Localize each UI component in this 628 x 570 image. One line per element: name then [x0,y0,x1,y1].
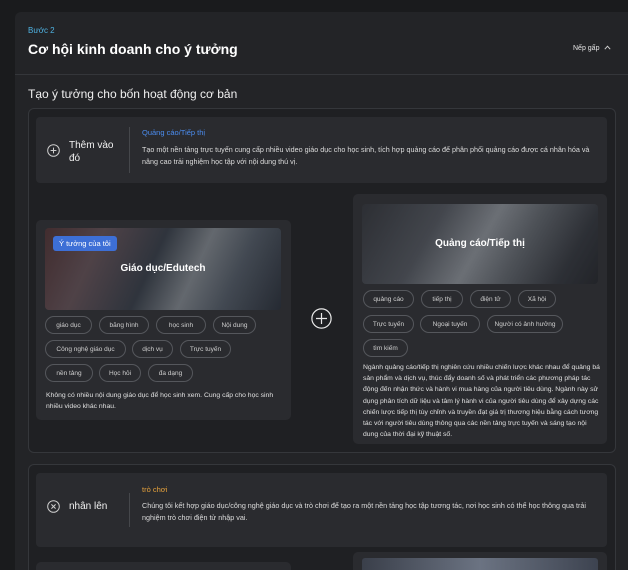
my-idea-title: Giáo dục/Edutech [120,263,206,275]
keyword-chip[interactable]: Trực tuyến [180,340,231,358]
partner-idea-card[interactable]: Quảng cáo/Tiếp thị quảng cáo tiếp thị đi… [353,194,607,444]
my-idea-card[interactable]: Giáo dục/Edutech Ý tưởng của tôi giáo dụ… [36,220,291,420]
top-strip [0,0,628,12]
step-label: Bước 2 [28,26,55,35]
keyword-chip[interactable]: nền tảng [45,364,93,382]
my-idea-badge: Ý tưởng của tôi [53,236,117,251]
my-idea-description: Không có nhiều nội dung giáo dục để học … [46,392,274,410]
keyword-chip[interactable]: giáo dục [45,316,92,334]
keyword-chip[interactable]: băng hình [99,316,149,334]
add-idea-bar[interactable]: Thêm vào đó Quảng cáo/Tiếp thị Tạo một n… [36,117,607,183]
page-title: Cơ hội kinh doanh cho ý tưởng [28,41,238,57]
multiply-description: Chúng tôi kết hợp giáo dục/công nghệ giá… [142,501,587,522]
keyword-chip[interactable]: tìm kiếm [363,339,408,357]
multiply-idea-bar[interactable]: nhân lên trò chơi Chúng tôi kết hợp giáo… [36,473,607,547]
partner-idea-title: Quảng cáo/Tiếp thị [435,237,525,249]
collapse-button[interactable]: Nếp gấp [573,45,612,52]
keyword-chip[interactable]: quảng cáo [363,290,414,308]
plus-circle-icon [311,308,332,329]
add-description: Tạo một nền tảng trực tuyến cung cấp nhi… [142,145,590,166]
multiply-circle-icon[interactable] [47,500,60,513]
keyword-chip[interactable]: Xã hội [518,290,556,308]
keyword-chip[interactable]: học sinh [156,316,206,334]
partner-idea-description: Ngành quảng cáo/tiếp thị nghiên cứu nhiề… [363,364,600,439]
partner-idea-image: Quảng cáo/Tiếp thị [362,204,598,284]
keyword-chip[interactable]: Trực tuyến [363,315,414,333]
keyword-chip[interactable]: Ngoại tuyến [420,315,480,333]
keyword-chip[interactable]: Học hỏi [99,364,141,382]
header-divider [15,74,628,75]
keyword-chip[interactable]: tiếp thị [421,290,463,308]
next-idea-image [362,558,598,570]
bar-divider [129,493,130,527]
keyword-chip[interactable]: điện tử [470,290,511,308]
multiply-label: nhân lên [69,501,108,512]
bar-divider [129,127,130,173]
keyword-chip[interactable]: Người có ảnh hưởng [487,315,563,333]
keyword-chip[interactable]: dịch vụ [132,340,173,358]
keyword-chip[interactable]: đa dạng [148,364,193,382]
section-subtitle: Tạo ý tưởng cho bốn hoạt động cơ bản [28,87,238,101]
chevron-up-icon [604,45,612,52]
category-tag: Quảng cáo/Tiếp thị [142,128,206,137]
keyword-chip[interactable]: Công nghệ giáo dục [45,340,126,358]
category-tag: trò chơi [142,485,168,494]
add-circle-icon[interactable] [47,144,60,157]
next-idea-card-left[interactable] [36,562,291,570]
keyword-chip[interactable]: Nội dung [213,316,256,334]
collapse-label: Nếp gấp [573,45,600,52]
add-label: Thêm vào đó [69,140,114,164]
